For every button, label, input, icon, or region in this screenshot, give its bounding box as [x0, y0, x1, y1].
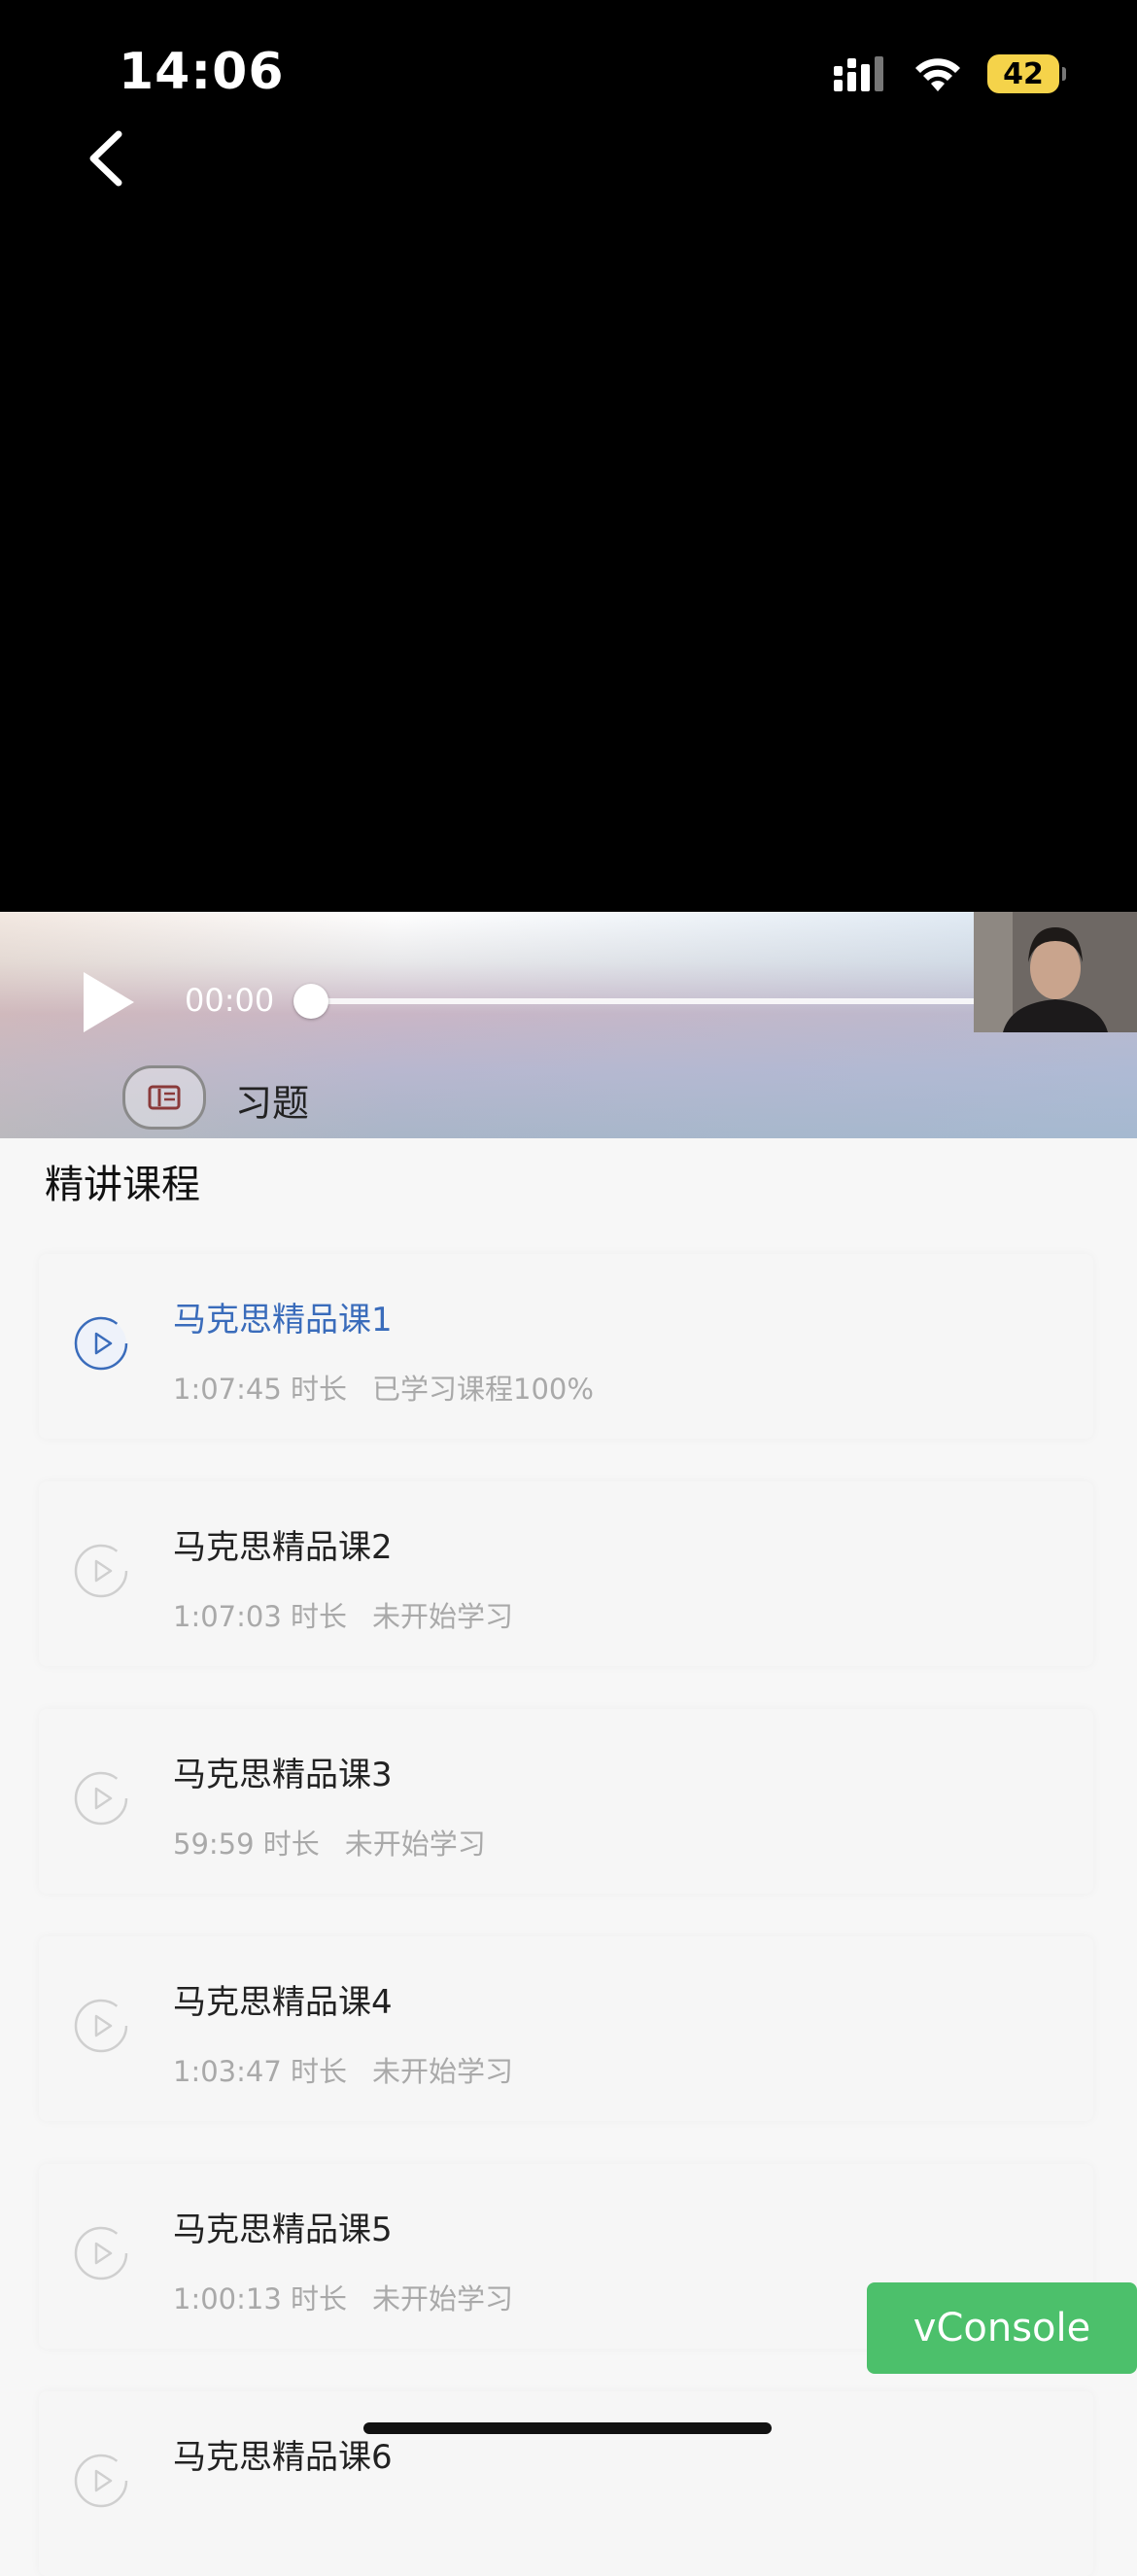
progress-knob[interactable] — [293, 984, 328, 1019]
player-controls: 00:00 习题 — [0, 912, 1137, 1138]
course-title: 马克思精品课1 — [173, 1301, 393, 1340]
back-arrow-icon[interactable] — [78, 124, 136, 192]
play-circle-icon — [74, 1999, 128, 2053]
camera-preview — [974, 912, 1137, 1032]
course-item[interactable]: 马克思精品课1 1:07:45 时长 已学习课程100% — [39, 1254, 1093, 1439]
course-item[interactable]: 马克思精品课4 1:03:47 时长 未开始学习 — [39, 1936, 1093, 2121]
exercise-button[interactable] — [122, 1065, 206, 1130]
play-circle-icon — [74, 2226, 128, 2280]
play-circle-icon — [74, 1316, 128, 1371]
course-title: 马克思精品课4 — [173, 1983, 393, 2022]
play-circle-icon — [74, 1771, 128, 1826]
course-duration: 1:07:45 时长 — [173, 1373, 348, 1406]
current-time: 00:00 — [185, 982, 275, 1019]
course-title: 马克思精品课3 — [173, 1756, 393, 1794]
course-status: 未开始学习 — [372, 1600, 514, 1633]
exercise-label[interactable]: 习题 — [235, 1073, 309, 1127]
play-icon[interactable] — [80, 970, 138, 1034]
course-item[interactable]: 马克思精品课3 59:59 时长 未开始学习 — [39, 1709, 1093, 1894]
course-item[interactable]: 马克思精品课6 — [39, 2391, 1093, 2576]
course-item[interactable]: 马克思精品课2 1:07:03 时长 未开始学习 — [39, 1481, 1093, 1666]
person-image — [974, 912, 1137, 1032]
course-title: 马克思精品课5 — [173, 2210, 393, 2249]
course-status: 未开始学习 — [344, 1828, 486, 1861]
course-duration: 1:03:47 时长 — [173, 2055, 348, 2088]
wifi-icon — [915, 58, 960, 91]
battery-indicator: 42 — [987, 54, 1066, 93]
status-icons: 42 — [832, 54, 1066, 93]
play-circle-icon — [74, 1544, 128, 1598]
course-status: 已学习课程100% — [372, 1373, 594, 1406]
course-title: 马克思精品课6 — [173, 2438, 393, 2477]
course-meta: 59:59 时长 未开始学习 — [173, 1822, 486, 1862]
vconsole-button[interactable]: vConsole — [867, 2282, 1137, 2374]
exercise-icon — [148, 1085, 181, 1110]
home-indicator — [363, 2422, 772, 2434]
course-status: 未开始学习 — [372, 2282, 514, 2315]
course-meta: 1:03:47 时长 未开始学习 — [173, 2049, 513, 2090]
play-circle-icon — [74, 2454, 128, 2508]
course-status: 未开始学习 — [372, 2055, 514, 2088]
signal-icon — [834, 56, 883, 91]
section-title: 精讲课程 — [45, 1163, 200, 1207]
course-duration: 59:59 时长 — [173, 1828, 320, 1861]
course-meta: 1:07:45 时长 已学习课程100% — [173, 1367, 594, 1408]
status-time: 14:06 — [119, 43, 285, 101]
course-duration: 1:07:03 时长 — [173, 1600, 348, 1633]
course-meta: 1:00:13 时长 未开始学习 — [173, 2277, 513, 2317]
course-title: 马克思精品课2 — [173, 1528, 393, 1567]
course-meta: 1:07:03 时长 未开始学习 — [173, 1594, 513, 1635]
course-duration: 1:00:13 时长 — [173, 2282, 348, 2315]
video-area[interactable]: 14:06 42 — [0, 0, 1137, 912]
